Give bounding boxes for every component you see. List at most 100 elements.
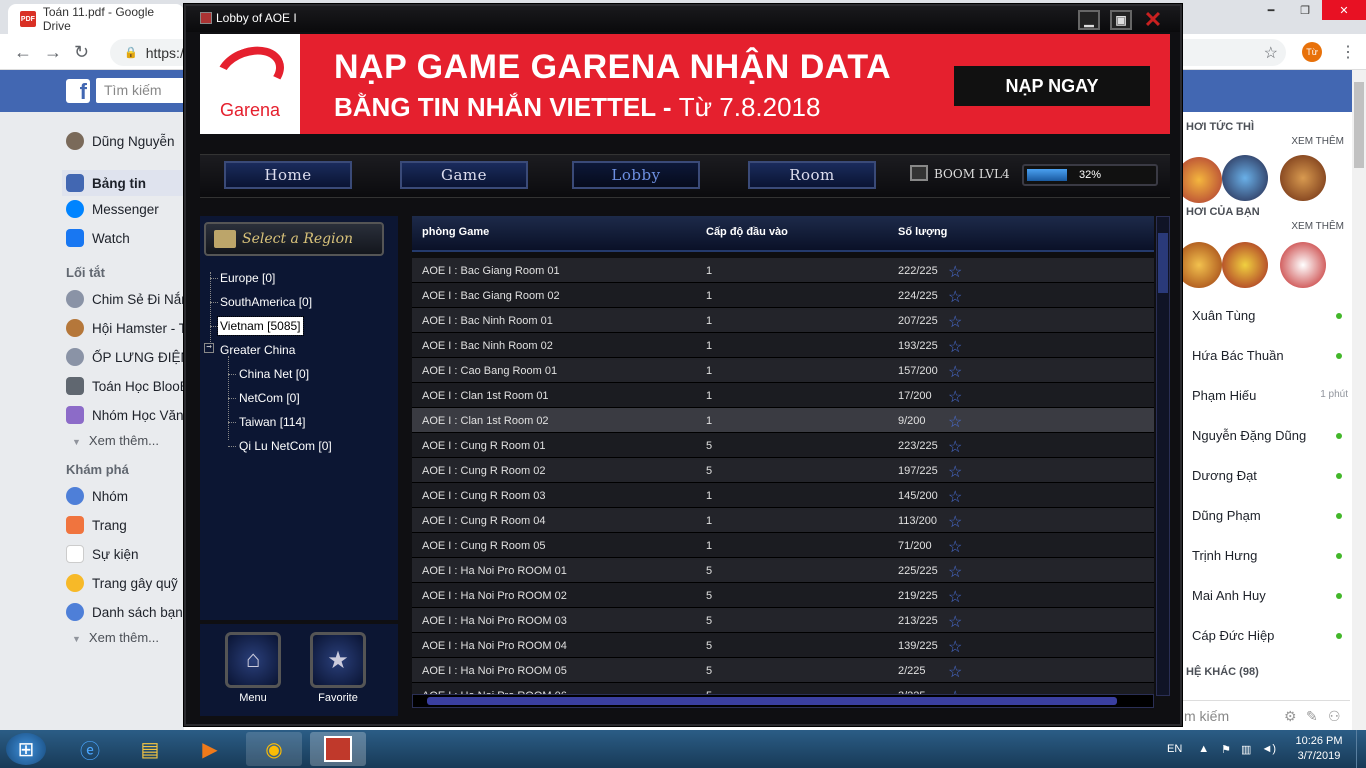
favorite-star-icon[interactable]: ☆ bbox=[948, 662, 962, 682]
maximize-icon[interactable]: ▣ bbox=[1110, 10, 1132, 30]
bookmark-star-icon[interactable]: ☆ bbox=[1264, 43, 1278, 63]
column-header-level[interactable]: Cấp độ đầu vào bbox=[706, 226, 788, 238]
region-vietnam[interactable]: Vietnam [5085] bbox=[217, 316, 304, 336]
column-header-room[interactable]: phòng Game bbox=[422, 226, 489, 238]
shortcut-item[interactable]: ỐP LƯNG ĐIỆN bbox=[66, 348, 190, 366]
ad-banner[interactable]: Garena NẠP GAME GARENA NHẬN DATA BẰNG TI… bbox=[200, 34, 1170, 134]
room-row[interactable]: AOE I : Ha Noi Pro ROOM 03 5 213/225 ☆ bbox=[412, 608, 1154, 633]
tab-lobby[interactable]: Lobby bbox=[572, 161, 700, 189]
compose-icon[interactable]: ✎ bbox=[1306, 708, 1318, 725]
close-icon[interactable]: ✕ bbox=[1322, 0, 1366, 20]
nav-messenger[interactable]: Messenger bbox=[66, 200, 159, 218]
favorite-star-icon[interactable]: ☆ bbox=[948, 412, 962, 432]
region-europe[interactable]: Europe [0] bbox=[220, 271, 275, 285]
contact-item[interactable]: Nguyễn Đặng Dũng bbox=[1192, 428, 1342, 443]
tab-room[interactable]: Room bbox=[748, 161, 876, 189]
tab-home[interactable]: Home bbox=[224, 161, 352, 189]
favorite-star-icon[interactable]: ☆ bbox=[948, 387, 962, 407]
tree-collapse-icon[interactable]: − bbox=[204, 343, 214, 353]
room-list-vscrollbar[interactable] bbox=[1156, 216, 1170, 696]
favorite-star-icon[interactable]: ☆ bbox=[948, 637, 962, 657]
region-taiwan[interactable]: Taiwan [114] bbox=[239, 415, 306, 429]
shortcut-item[interactable]: Hội Hamster - T bbox=[66, 319, 187, 337]
region-china-net[interactable]: China Net [0] bbox=[239, 367, 309, 381]
close-icon[interactable]: ✕ bbox=[1142, 7, 1164, 32]
language-indicator[interactable]: EN bbox=[1167, 743, 1182, 755]
explore-item[interactable]: Sự kiện bbox=[66, 545, 139, 563]
see-more-explore[interactable]: ▼ Xem thêm... bbox=[72, 630, 159, 645]
favorite-star-icon[interactable]: ☆ bbox=[948, 612, 962, 632]
game-thumbnail[interactable] bbox=[1176, 242, 1222, 288]
scroll-thumb[interactable] bbox=[427, 697, 1117, 705]
column-header-count[interactable]: Số lượng bbox=[898, 226, 947, 238]
contact-item[interactable]: Dương Đạt bbox=[1192, 468, 1342, 483]
room-row[interactable]: AOE I : Ha Noi Pro ROOM 01 5 225/225 ☆ bbox=[412, 558, 1154, 583]
reload-icon[interactable]: ↻ bbox=[74, 42, 89, 63]
room-row[interactable]: AOE I : Ha Noi Pro ROOM 05 5 2/225 ☆ bbox=[412, 658, 1154, 683]
action-center-icon[interactable]: ⚑ bbox=[1221, 743, 1231, 756]
room-row[interactable]: AOE I : Cung R Room 02 5 197/225 ☆ bbox=[412, 458, 1154, 483]
contact-item[interactable]: Cáp Đức Hiệp bbox=[1192, 628, 1342, 643]
menu-button[interactable]: ⌂ bbox=[225, 632, 281, 688]
scroll-thumb[interactable] bbox=[1158, 233, 1168, 293]
favorite-star-icon[interactable]: ☆ bbox=[948, 337, 962, 357]
minimize-icon[interactable]: ━ bbox=[1254, 0, 1288, 20]
explore-item[interactable]: Trang bbox=[66, 516, 127, 534]
scroll-thumb[interactable] bbox=[1354, 82, 1364, 168]
favorite-star-icon[interactable]: ☆ bbox=[948, 587, 962, 607]
game-thumbnail[interactable] bbox=[1280, 155, 1326, 201]
favorite-star-icon[interactable]: ☆ bbox=[948, 537, 962, 557]
room-row[interactable]: AOE I : Cung R Room 01 5 223/225 ☆ bbox=[412, 433, 1154, 458]
garena-taskbar-icon[interactable] bbox=[310, 732, 366, 766]
garena-title-bar[interactable]: Lobby of AOE I ▁ ▣ ✕ bbox=[186, 6, 1180, 32]
facebook-logo-icon[interactable]: f bbox=[66, 79, 90, 103]
explore-item[interactable]: Danh sách bạn bbox=[66, 603, 183, 621]
favorite-star-icon[interactable]: ☆ bbox=[948, 462, 962, 482]
see-more-friends-games[interactable]: XEM THÊM bbox=[1291, 221, 1344, 232]
favorite-star-icon[interactable]: ☆ bbox=[948, 437, 962, 457]
taskbar-clock[interactable]: 10:26 PM 3/7/2019 bbox=[1286, 734, 1352, 764]
room-row[interactable]: AOE I : Bac Giang Room 01 1 222/225 ☆ bbox=[412, 258, 1154, 283]
nav-news-feed[interactable]: Bảng tin bbox=[62, 170, 184, 196]
contact-item[interactable]: Hứa Bác Thuần bbox=[1192, 348, 1342, 363]
see-more-shortcuts[interactable]: ▼ Xem thêm... bbox=[72, 433, 159, 448]
room-row[interactable]: AOE I : Ha Noi Pro ROOM 04 5 139/225 ☆ bbox=[412, 633, 1154, 658]
network-icon[interactable]: ▥ bbox=[1241, 743, 1251, 756]
gear-icon[interactable]: ⚙ bbox=[1284, 708, 1297, 725]
game-thumbnail[interactable] bbox=[1280, 242, 1326, 288]
room-row[interactable]: AOE I : Bac Giang Room 02 1 224/225 ☆ bbox=[412, 283, 1154, 308]
favorite-button[interactable]: ★ bbox=[310, 632, 366, 688]
explore-item[interactable]: Nhóm bbox=[66, 487, 128, 505]
room-row[interactable]: AOE I : Bac Ninh Room 02 1 193/225 ☆ bbox=[412, 333, 1154, 358]
region-southamerica[interactable]: SouthAmerica [0] bbox=[220, 295, 312, 309]
shortcut-item[interactable]: Toán Học BlooB bbox=[66, 377, 189, 395]
room-row[interactable]: AOE I : Cao Bang Room 01 1 157/200 ☆ bbox=[412, 358, 1154, 383]
room-row[interactable]: AOE I : Cung R Room 04 1 113/200 ☆ bbox=[412, 508, 1154, 533]
restore-icon[interactable]: ❐ bbox=[1288, 0, 1322, 20]
room-row[interactable]: AOE I : Bac Ninh Room 01 1 207/225 ☆ bbox=[412, 308, 1154, 333]
back-icon[interactable]: ← bbox=[14, 42, 32, 63]
shortcut-item[interactable]: Chim Sẻ Đi Nắn bbox=[66, 290, 189, 308]
show-desktop-button[interactable] bbox=[1356, 730, 1366, 768]
room-list-hscrollbar[interactable] bbox=[412, 694, 1154, 708]
internet-explorer-icon[interactable]: ⓔ bbox=[62, 732, 118, 766]
tray-expand-icon[interactable]: ▲ bbox=[1198, 743, 1209, 755]
menu-dots-icon[interactable]: ⋮ bbox=[1340, 42, 1356, 62]
page-scrollbar[interactable] bbox=[1352, 70, 1366, 730]
game-thumbnail[interactable] bbox=[1222, 155, 1268, 201]
media-player-icon[interactable]: ▶ bbox=[182, 732, 238, 766]
favorite-star-icon[interactable]: ☆ bbox=[948, 287, 962, 307]
room-row[interactable]: AOE I : Ha Noi Pro ROOM 02 5 219/225 ☆ bbox=[412, 583, 1154, 608]
contact-item[interactable]: Trịnh Hưng bbox=[1192, 548, 1342, 563]
topup-now-button[interactable]: NẠP NGAY bbox=[954, 66, 1150, 106]
room-row[interactable]: AOE I : Cung R Room 03 1 145/200 ☆ bbox=[412, 483, 1154, 508]
contact-item[interactable]: Dũng Phạm bbox=[1192, 508, 1342, 523]
tab-game[interactable]: Game bbox=[400, 161, 528, 189]
file-explorer-icon[interactable]: ▤ bbox=[122, 732, 178, 766]
game-thumbnail[interactable] bbox=[1176, 157, 1222, 203]
people-icon[interactable]: ⚇ bbox=[1328, 708, 1341, 725]
contact-item[interactable]: Xuân Tùng bbox=[1192, 308, 1342, 323]
chat-search-input[interactable]: m kiếm ⚙ ✎ ⚇ bbox=[1180, 700, 1350, 730]
favorite-star-icon[interactable]: ☆ bbox=[948, 262, 962, 282]
forward-icon[interactable]: → bbox=[44, 42, 62, 63]
